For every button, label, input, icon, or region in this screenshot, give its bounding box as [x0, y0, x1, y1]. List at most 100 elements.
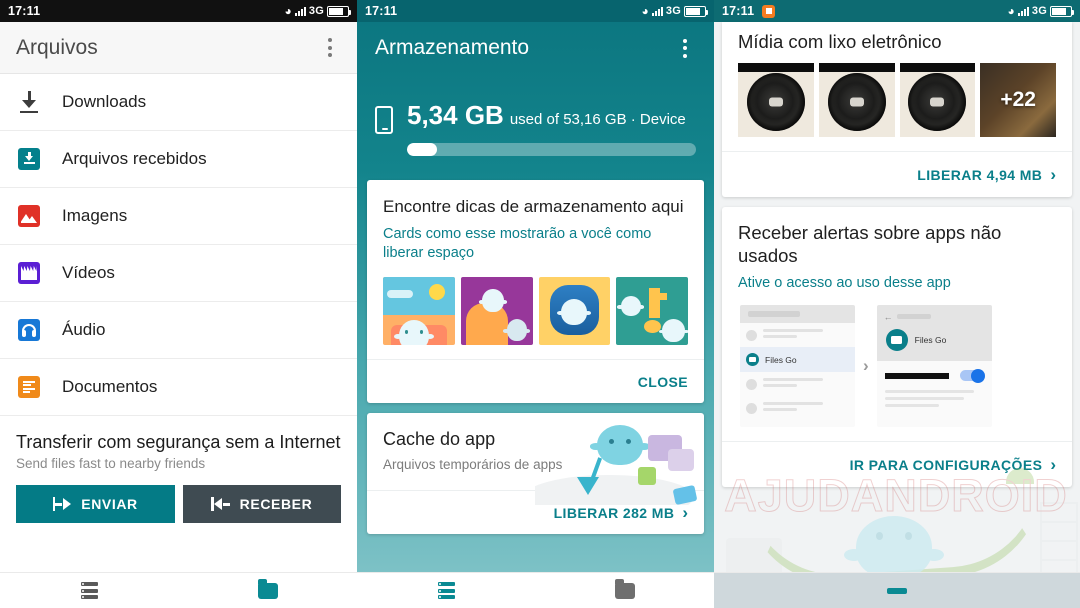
right-scroll-area[interactable]: Mídia com lixo eletrônico +22 LIBERAR 4,… [714, 22, 1080, 608]
watermark-blob-mascot [844, 516, 944, 578]
bottom-nav-left [0, 572, 357, 608]
sidebar-item-videos[interactable]: Vídeos [0, 245, 357, 302]
battery-icon [1050, 5, 1074, 17]
unused-apps-title: Receber alertas sobre apps não usados [738, 222, 1002, 267]
storage-meter: 5,34 GB used of 53,16 GB · Device [407, 100, 696, 156]
kebab-menu-icon[interactable] [674, 38, 696, 58]
network-type-label: 3G [665, 5, 681, 17]
receive-arrow-icon [211, 497, 230, 511]
wifi-icon: ◕ [641, 4, 649, 18]
file-category-list: Downloads Arquivos recebidos Imagens Víd… [0, 74, 357, 416]
page-title: Arquivos [16, 35, 98, 59]
send-arrow-icon [52, 497, 72, 511]
list-item-label: Vídeos [62, 263, 115, 282]
nav-item-list-left[interactable] [0, 582, 179, 599]
unused-apps-subtitle: Ative o acesso ao uso desse app [738, 275, 951, 292]
nav-item-folder-middle[interactable] [536, 578, 715, 599]
media-thumbnail-more[interactable]: +22 [980, 63, 1056, 138]
media-thumbnail[interactable] [738, 63, 814, 138]
preview-arrow-icon: › [863, 356, 869, 376]
tips-thumbnail-row [383, 277, 688, 345]
network-type-label: 3G [1031, 5, 1047, 17]
app-cache-card: Cache do app Arquivos temporários de app… [367, 413, 704, 534]
chevron-right-icon: › [1050, 454, 1056, 474]
transfer-subtitle: Send files fast to nearby friends [16, 456, 206, 471]
junk-media-thumbnails: +22 [738, 63, 1056, 138]
page-title: Armazenamento [375, 36, 530, 59]
bottom-nav-middle [357, 572, 714, 608]
battery-icon [684, 5, 708, 17]
sidebar-item-documents[interactable]: Documentos [0, 359, 357, 416]
signal-bars-icon [651, 6, 663, 16]
junk-media-body: Mídia com lixo eletrônico +22 [722, 22, 1072, 151]
app-cache-body: Cache do app Arquivos temporários de app… [367, 413, 704, 505]
three-panel-screenshot: 17:11 ◕ 3G Arquivos Downloads Arquivos r… [0, 0, 1080, 608]
tips-card-actions: CLOSE [367, 359, 704, 403]
status-icon-group: ◕ 3G [1007, 4, 1074, 18]
close-button[interactable]: CLOSE [638, 374, 688, 390]
tips-card-title: Encontre dicas de armazenamento aqui [383, 197, 684, 216]
music-blob-illustration [616, 277, 688, 345]
download-icon [16, 91, 42, 113]
chevron-right-icon: › [1050, 164, 1056, 184]
bottom-nav-right [714, 572, 1080, 608]
sidebar-item-images[interactable]: Imagens [0, 188, 357, 245]
status-time: 17:11 [365, 4, 398, 18]
transfer-card: Transferir com segurança sem a Internet … [0, 416, 357, 539]
media-thumbnail[interactable] [818, 63, 895, 138]
storage-text-row: 5,34 GB used of 53,16 GB · Device [407, 100, 696, 131]
sidebar-item-received-files[interactable]: Arquivos recebidos [0, 131, 357, 188]
inbox-download-icon [16, 148, 42, 170]
go-to-settings-button[interactable]: IR PARA CONFIGURAÇÕES [850, 457, 1043, 473]
send-button-label: ENVIAR [81, 496, 138, 512]
receive-button-label: RECEBER [239, 496, 313, 512]
back-arrow-icon: ← [883, 312, 893, 323]
wifi-icon: ◕ [284, 4, 292, 18]
sidebar-item-audio[interactable]: Áudio [0, 302, 357, 359]
status-bar-left: 17:11 ◕ 3G [0, 0, 357, 22]
sidebar-item-downloads[interactable]: Downloads [0, 74, 357, 131]
transfer-title: Transferir com segurança sem a Internet [16, 432, 341, 452]
document-lines-icon [16, 376, 42, 398]
settings-list-preview: Files Go [740, 305, 855, 428]
nav-item-list-middle[interactable] [357, 582, 536, 599]
settings-preview-illustration: Files Go › ← Files Go [738, 305, 1056, 428]
phone-icon [375, 106, 393, 134]
kebab-menu-icon[interactable] [319, 38, 341, 57]
status-icon-group: ◕ 3G [284, 4, 351, 18]
storage-progress-bar [407, 143, 696, 156]
free-media-button[interactable]: LIBERAR 4,94 MB [917, 167, 1042, 183]
list-item-label: Imagens [62, 206, 128, 225]
battery-icon [327, 5, 351, 17]
panel-storage-cards: 17:11 ◕ 3G Mídia com lixo eletrônico +22… [714, 0, 1080, 608]
network-type-label: 3G [308, 5, 324, 17]
tips-card-body: Encontre dicas de armazenamento aqui Car… [367, 180, 704, 359]
free-cache-button[interactable]: LIBERAR 282 MB [554, 505, 675, 521]
folder-icon [614, 578, 635, 599]
broom-blob-illustration [535, 419, 700, 505]
wifi-icon: ◕ [1007, 4, 1015, 18]
panel-files-app: 17:11 ◕ 3G Arquivos Downloads Arquivos r… [0, 0, 357, 608]
transfer-buttons: ENVIAR RECEBER [16, 485, 341, 523]
storage-summary: 5,34 GB used of 53,16 GB · Device [357, 74, 714, 180]
storage-detail: used of 53,16 GB · Device [509, 111, 686, 128]
couch-blob-illustration [460, 277, 533, 345]
panel-storage-app: 17:11 ◕ 3G Armazenamento 5,34 GB used of… [357, 0, 714, 608]
left-appbar: Arquivos [0, 22, 357, 74]
storage-appbar: Armazenamento [357, 22, 714, 74]
send-button[interactable]: ENVIAR [16, 485, 175, 523]
unused-apps-actions: IR PARA CONFIGURAÇÕES › [722, 441, 1072, 487]
storage-used-value: 5,34 GB [407, 100, 504, 130]
list-item-label: Downloads [62, 92, 147, 111]
status-bar-middle: 17:11 ◕ 3G [357, 0, 714, 22]
media-thumbnail[interactable] [899, 63, 976, 138]
receive-button[interactable]: RECEBER [182, 485, 341, 523]
app-icon-blob-illustration [538, 277, 611, 345]
list-item-label: Áudio [62, 320, 106, 339]
watermark-shelf-shape [1040, 502, 1078, 582]
junk-media-actions: LIBERAR 4,94 MB › [722, 151, 1072, 197]
nav-item-folder-left[interactable] [179, 578, 358, 599]
status-time: 17:11 [8, 4, 41, 18]
usage-access-toggle [959, 368, 985, 383]
nav-item-tab-right[interactable] [714, 587, 1080, 594]
